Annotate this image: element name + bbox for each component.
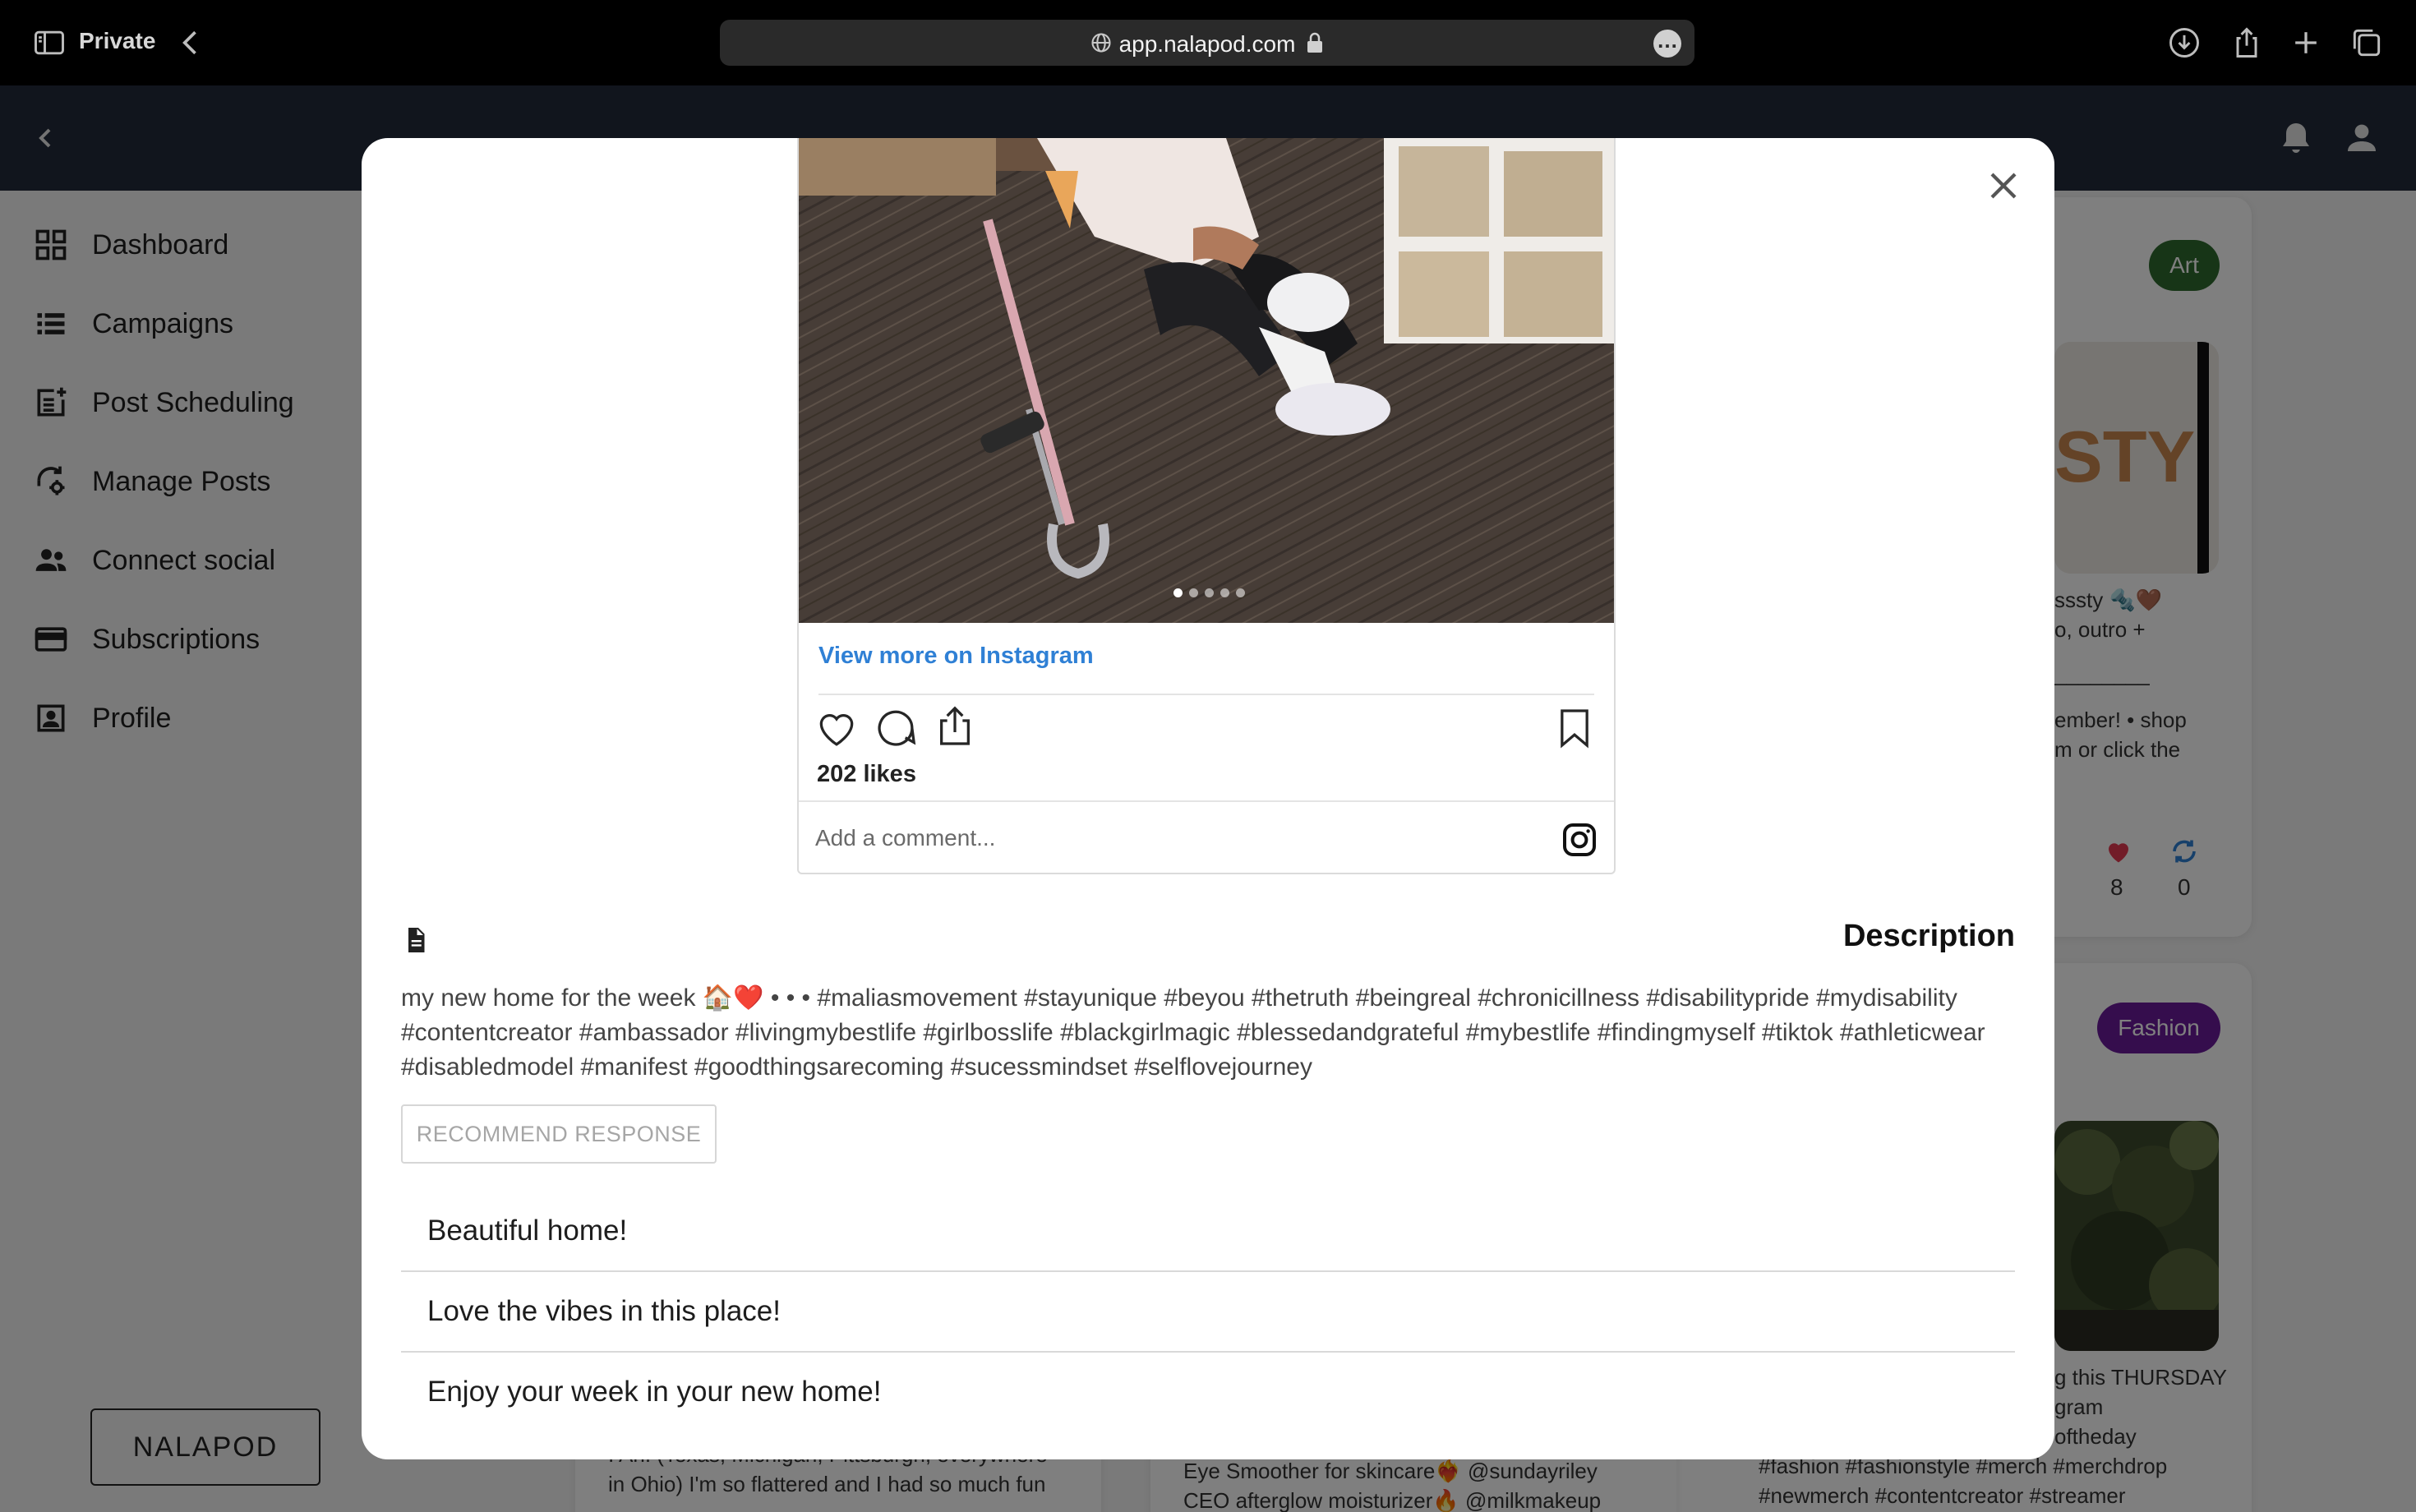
carousel-dot[interactable]	[1173, 588, 1183, 597]
response-text: Enjoy your week in your new home!	[427, 1376, 882, 1408]
response-text: Love the vibes in this place!	[427, 1295, 781, 1327]
likes-count: 202 likes	[817, 761, 916, 787]
tabs-overview-icon[interactable]	[2349, 25, 2385, 61]
carousel-dot[interactable]	[1189, 588, 1198, 597]
lock-icon	[1305, 31, 1325, 54]
carousel-dot[interactable]	[1220, 588, 1229, 597]
suggested-response-item[interactable]: Enjoy your week in your new home!	[401, 1353, 2015, 1433]
carousel-dot[interactable]	[1236, 588, 1245, 597]
heart-icon[interactable]	[814, 705, 860, 751]
private-mode-label: Private	[79, 28, 156, 53]
carousel-dot[interactable]	[1205, 588, 1214, 597]
carousel-dots[interactable]	[1173, 588, 1245, 597]
instagram-post-photo[interactable]	[799, 138, 1614, 623]
suggested-response-item[interactable]: Beautiful home!	[401, 1192, 2015, 1272]
response-text: Beautiful home!	[427, 1215, 628, 1247]
address-bar[interactable]: app.nalapod.com …	[720, 20, 1694, 66]
url-text: app.nalapod.com	[1118, 31, 1296, 57]
add-comment-input[interactable]	[815, 822, 1522, 855]
description-title: Description	[1842, 919, 2015, 953]
recommend-response-button[interactable]: RECOMMEND RESPONSE	[401, 1104, 717, 1164]
new-tab-icon[interactable]	[2288, 25, 2324, 61]
browser-toolbar: Private app.nalapod.com …	[0, 0, 2416, 85]
view-more-on-instagram-link[interactable]: View more on Instagram	[818, 643, 1094, 670]
divider	[818, 694, 1594, 695]
bookmark-icon[interactable]	[1551, 705, 1598, 751]
suggested-response-item[interactable]: Love the vibes in this place!	[401, 1272, 2015, 1353]
comment-row	[799, 800, 1614, 874]
document-icon	[401, 925, 431, 955]
close-icon[interactable]	[1980, 163, 2026, 209]
back-chevron-icon[interactable]	[173, 25, 209, 61]
instagram-logo-icon[interactable]	[1560, 820, 1599, 860]
share-icon[interactable]	[2229, 25, 2265, 61]
post-detail-modal: View more on Instagram 202 likes Descrip…	[362, 138, 2054, 1459]
instagram-embed: View more on Instagram 202 likes	[797, 138, 1616, 874]
share-upload-icon[interactable]	[932, 703, 978, 749]
download-icon[interactable]	[2166, 25, 2202, 61]
sidebar-toggle-icon[interactable]	[31, 25, 67, 61]
post-description: my new home for the week 🏠❤️ • • • #mali…	[401, 984, 1985, 1081]
more-options-icon[interactable]: …	[1653, 30, 1681, 58]
comment-bubble-icon[interactable]	[873, 705, 919, 751]
